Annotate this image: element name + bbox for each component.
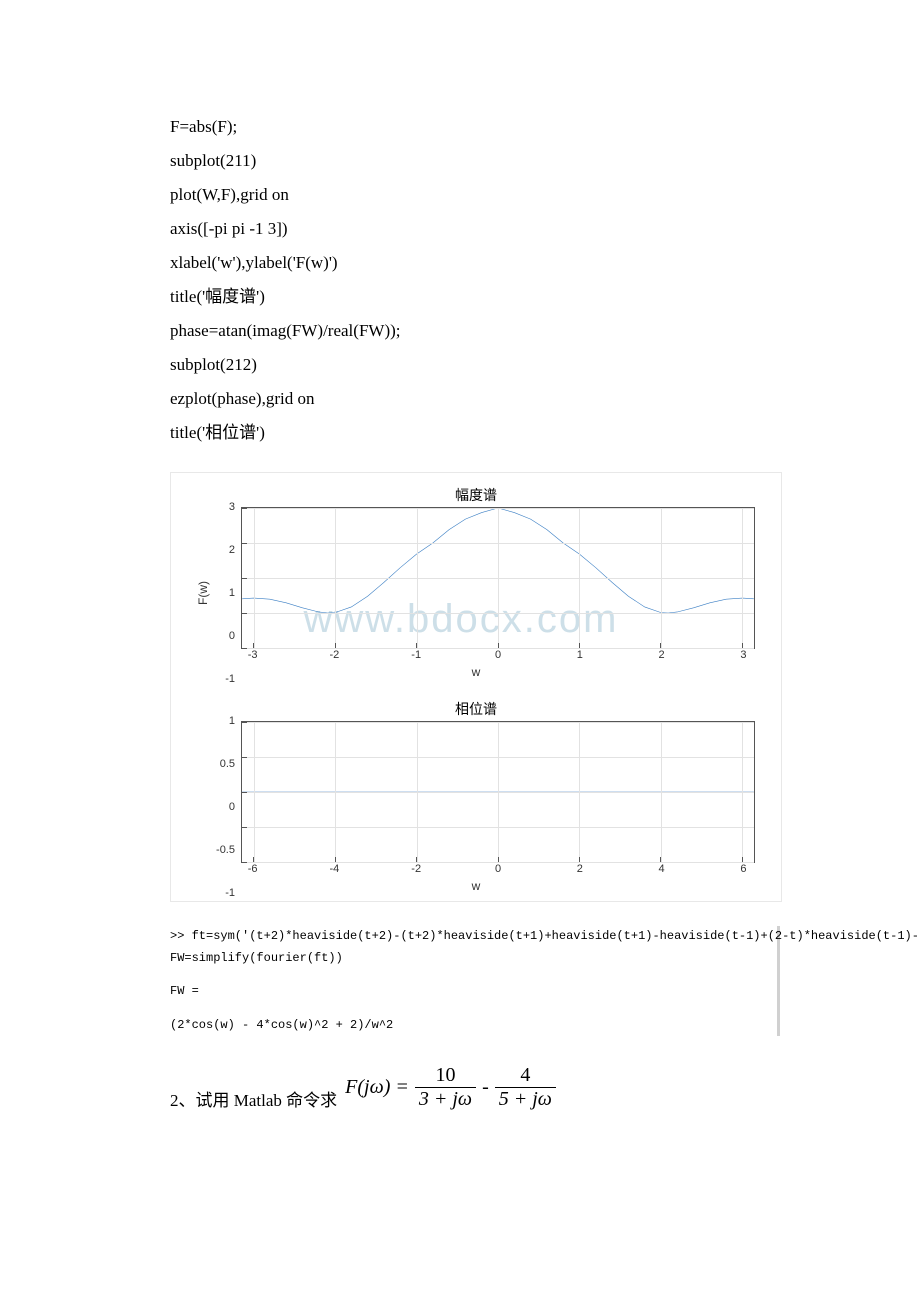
minus-sign: - [482,1076,489,1099]
figure-panel: 幅度谱 F(w) -10123 www.bdocx.com -3-2-10123… [170,472,782,902]
code-line: F=abs(F); [170,110,780,144]
code-line: subplot(212) [170,348,780,382]
x-ticks: -6-4-20246 [241,863,755,877]
code-line: axis([-pi pi -1 3]) [170,212,780,246]
chart-title: 相位谱 [189,699,763,719]
equation: F(jω) = 10 3 + jω - 4 5 + jω [345,1064,556,1111]
code-line: plot(W,F),grid on [170,178,780,212]
console-line: >> ft=sym('(t+2)*heaviside(t+2)-(t+2)*he… [170,926,773,948]
x-axis-label: w [189,665,763,679]
eq-lhs: F(jω) = [345,1076,409,1099]
denominator: 5 + jω [495,1088,556,1111]
console-line: (2*cos(w) - 4*cos(w)^2 + 2)/w^2 [170,1015,773,1037]
code-line: subplot(211) [170,144,780,178]
plot-area: www.bdocx.com [241,507,755,649]
x-ticks: -3-2-10123 [241,649,755,663]
console-line: FW=simplify(fourier(ft)) [170,948,773,970]
x-axis-label: w [189,879,763,893]
code-line: xlabel('w'),ylabel('F(w)') [170,246,780,280]
fraction-1: 10 3 + jω [415,1064,476,1111]
y-ticks: -10123 [215,507,239,679]
subplot-1: 幅度谱 F(w) -10123 www.bdocx.com -3-2-10123… [171,473,781,687]
denominator: 3 + jω [415,1088,476,1111]
console-line: FW = [170,981,773,1003]
y-ticks: -1-0.500.51 [215,721,239,893]
code-line: phase=atan(imag(FW)/real(FW)); [170,314,780,348]
question-line: 2、试用 Matlab 命令求 F(jω) = 10 3 + jω - 4 5 … [170,1064,780,1111]
code-line: ezplot(phase),grid on [170,382,780,416]
code-block: F=abs(F); subplot(211) plot(W,F),grid on… [170,110,780,450]
subplot-2: 相位谱 -1-0.500.51 -6-4-20246 w [171,687,781,901]
code-line: title('幅度谱') [170,280,780,314]
question-prefix: 2、试用 Matlab 命令求 [170,1086,337,1111]
chart-title: 幅度谱 [189,485,763,505]
numerator: 10 [415,1064,476,1088]
document-page: F=abs(F); subplot(211) plot(W,F),grid on… [0,0,920,1171]
code-line: title('相位谱') [170,416,780,450]
numerator: 4 [495,1064,556,1088]
y-axis-label: F(w) [196,581,210,605]
plot-area [241,721,755,863]
fraction-2: 4 5 + jω [495,1064,556,1111]
console-output: >> ft=sym('(t+2)*heaviside(t+2)-(t+2)*he… [170,926,780,1036]
